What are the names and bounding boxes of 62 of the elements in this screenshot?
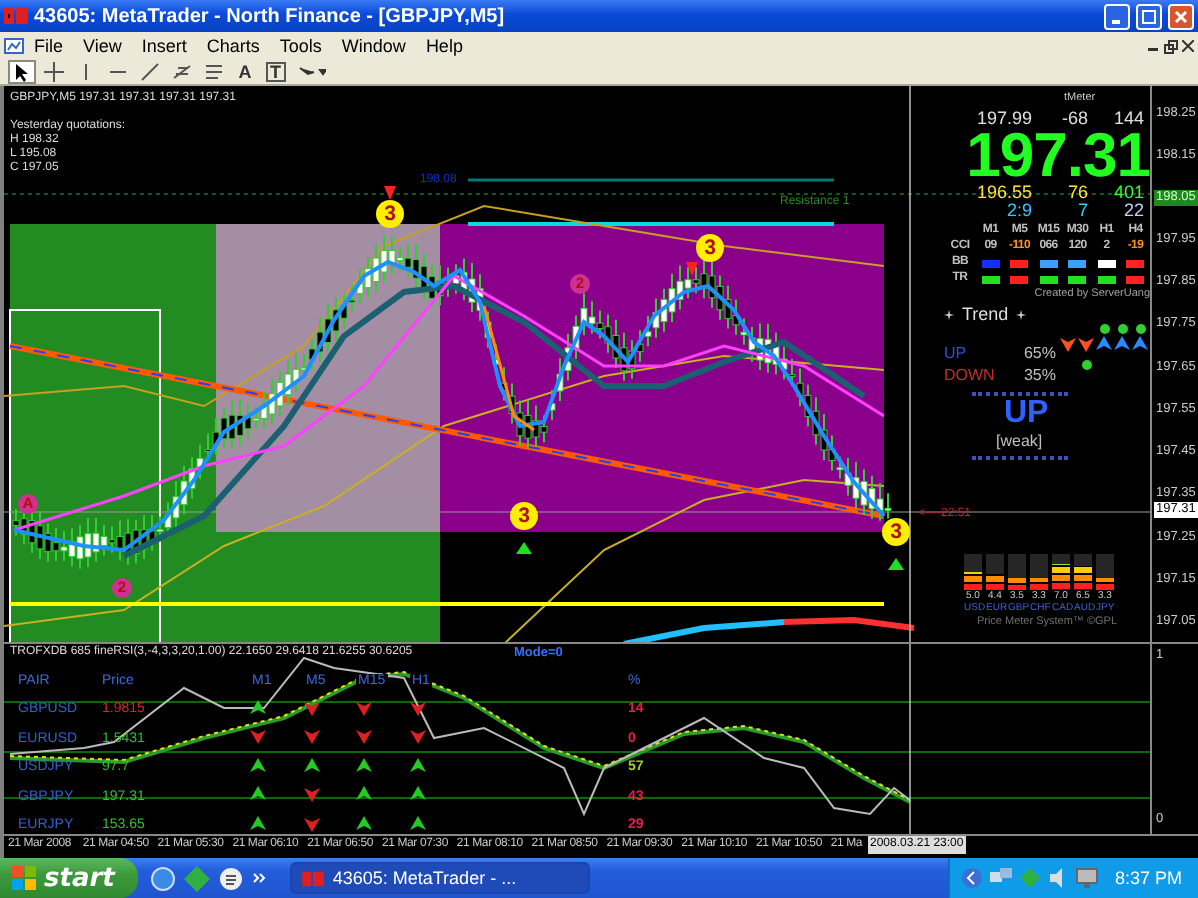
fibonacci-icon — [172, 62, 192, 82]
menu-item[interactable]: Insert — [131, 36, 197, 56]
meter-stat: 22 — [1123, 202, 1144, 220]
tool-button[interactable] — [168, 60, 196, 84]
menu-item[interactable]: View — [73, 36, 132, 56]
meter-stat: 2:9 — [1006, 202, 1032, 220]
menu-item[interactable]: File — [24, 36, 74, 56]
tool-button[interactable] — [136, 60, 164, 84]
chevron-icon[interactable] — [962, 868, 983, 888]
close-icon[interactable] — [1182, 40, 1194, 52]
arrow-up-icon — [888, 558, 904, 570]
menu-item[interactable]: Tools — [269, 36, 332, 56]
up-percent: 65% — [1023, 344, 1056, 362]
windows-flag-icon — [12, 866, 36, 890]
arrow-up-icon — [516, 542, 532, 554]
crosshair-icon — [44, 62, 64, 82]
taskbar-task[interactable]: 43605: MetaTrader - ... — [290, 862, 591, 894]
menu-item[interactable]: Help — [415, 36, 473, 56]
cursor-arrow-icon — [12, 62, 32, 82]
sparkle-icon — [1016, 309, 1027, 319]
globe-icon[interactable] — [150, 865, 177, 891]
tool-button[interactable] — [40, 60, 68, 84]
meter-stat: -68 — [1061, 110, 1088, 128]
tool-button[interactable] — [8, 60, 36, 84]
current-price: 197.31 — [964, 128, 1150, 184]
arrow-down-icon — [686, 262, 698, 276]
maximize-icon — [1142, 9, 1156, 23]
meter-stat: 401 — [1113, 184, 1144, 202]
text-tool-button[interactable]: T — [262, 60, 289, 84]
app-logo-icon — [302, 869, 325, 887]
monitor-icon[interactable] — [1076, 868, 1099, 888]
meter-stat: 7 — [1077, 202, 1088, 220]
trend-strength: [weak] — [996, 432, 1045, 450]
trend-signal: UP — [1004, 396, 1051, 432]
maximize-button[interactable] — [1136, 3, 1162, 29]
trend-line-icon — [140, 62, 160, 82]
sparkle-icon — [944, 309, 954, 319]
up-label: UP — [944, 344, 967, 362]
down-percent: 35% — [1023, 366, 1056, 384]
app-logo-icon — [4, 6, 28, 26]
down-label: DOWN — [944, 366, 995, 384]
trend-title: Trend — [962, 304, 1009, 324]
clock: 8:37 PM — [1114, 868, 1182, 888]
meter-stat: 144 — [1113, 110, 1144, 128]
menu-item[interactable]: Charts — [196, 36, 270, 56]
wave-count-marker: 3 — [882, 518, 910, 546]
restore-icon[interactable] — [1164, 39, 1178, 53]
document-icon[interactable] — [218, 865, 245, 891]
menu-item[interactable]: Window — [331, 36, 416, 56]
meter-stat: 196.55 — [976, 184, 1032, 202]
minimize-button[interactable] — [1104, 3, 1130, 29]
text-tool-button[interactable]: A — [232, 60, 258, 84]
tool-button[interactable] — [200, 60, 228, 84]
meter-stat: 76 — [1067, 184, 1088, 202]
window-title: 43605: MetaTrader - North Finance - [GBPJPY,M5] — [34, 5, 507, 27]
close-button[interactable] — [1168, 3, 1194, 29]
meter-stat: 197.99 — [976, 110, 1032, 128]
arrow-down-icon — [384, 186, 396, 200]
wave-count-marker: 3 — [376, 200, 404, 228]
chart-window-icon[interactable] — [4, 36, 24, 56]
start-button[interactable]: start — [0, 858, 139, 898]
close-icon — [1174, 9, 1188, 23]
